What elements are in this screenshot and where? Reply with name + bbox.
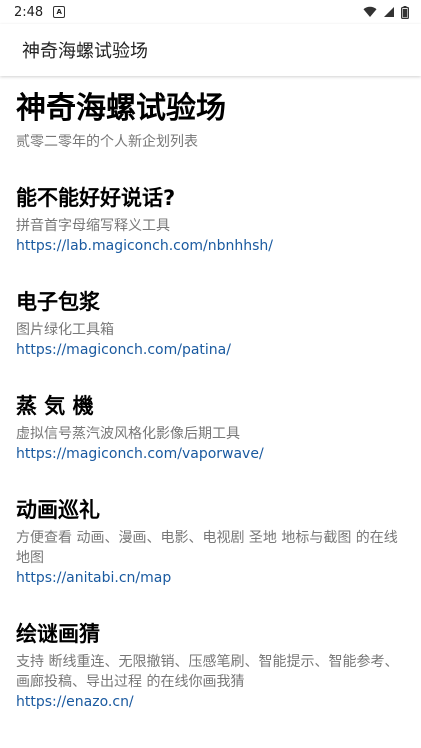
- status-bar: 2:48 A: [0, 0, 421, 24]
- app-bar: 神奇海螺试验场: [0, 24, 421, 76]
- project-title: 蒸 気 機: [16, 394, 94, 418]
- signal-icon: [384, 7, 394, 17]
- project-title: 动画巡礼: [16, 498, 100, 522]
- project-link[interactable]: https://magiconch.com/patina/: [16, 340, 411, 360]
- project-link[interactable]: https://anitabi.cn/map: [16, 568, 411, 588]
- project-enazo: 绘谜画猜 支持 断线重连、无限撤销、压感笔刷、智能提示、智能参考、画廊投稿、导出…: [16, 620, 411, 712]
- project-description: 图片绿化工具箱: [16, 322, 114, 338]
- content: 神奇海螺试验场 贰零二零年的个人新企划列表 能不能好好说话? 拼音首字母缩写释义…: [16, 90, 411, 712]
- project-description: 支持 断线重连、无限撤销、压感笔刷、智能提示、智能参考、画廊投稿、导出过程 的在…: [16, 654, 399, 690]
- project-patina: 电子包浆 图片绿化工具箱 https://magiconch.com/patin…: [16, 288, 411, 360]
- status-right: [363, 5, 409, 19]
- app-bar-title: 神奇海螺试验场: [22, 41, 148, 62]
- project-title: 能不能好好说话?: [16, 186, 176, 210]
- battery-icon: [401, 5, 409, 19]
- project-title: 电子包浆: [16, 290, 100, 314]
- project-nbnhhsh: 能不能好好说话? 拼音首字母缩写释义工具 https://lab.magicon…: [16, 184, 411, 256]
- project-link[interactable]: https://lab.magiconch.com/nbnhhsh/: [16, 236, 411, 256]
- project-vaporwave: 蒸 気 機 虚拟信号蒸汽波风格化影像后期工具 https://magiconch…: [16, 392, 411, 464]
- project-anitabi: 动画巡礼 方便查看 动画、漫画、电影、电视剧 圣地 地标与截图 的在线地图 ht…: [16, 496, 411, 588]
- wifi-icon: [363, 6, 377, 18]
- notification-icon: A: [53, 6, 66, 18]
- status-left: 2:48 A: [14, 4, 66, 20]
- project-link[interactable]: https://enazo.cn/: [16, 692, 411, 712]
- project-description: 虚拟信号蒸汽波风格化影像后期工具: [16, 426, 240, 442]
- page-title: 神奇海螺试验场: [16, 91, 226, 126]
- project-description: 拼音首字母缩写释义工具: [16, 218, 170, 234]
- page-subtitle: 贰零二零年的个人新企划列表: [16, 134, 198, 150]
- project-link[interactable]: https://magiconch.com/vaporwave/: [16, 444, 411, 464]
- project-title: 绘谜画猜: [16, 622, 100, 646]
- status-time: 2:48: [14, 4, 44, 20]
- project-description: 方便查看 动画、漫画、电影、电视剧 圣地 地标与截图 的在线地图: [16, 530, 398, 566]
